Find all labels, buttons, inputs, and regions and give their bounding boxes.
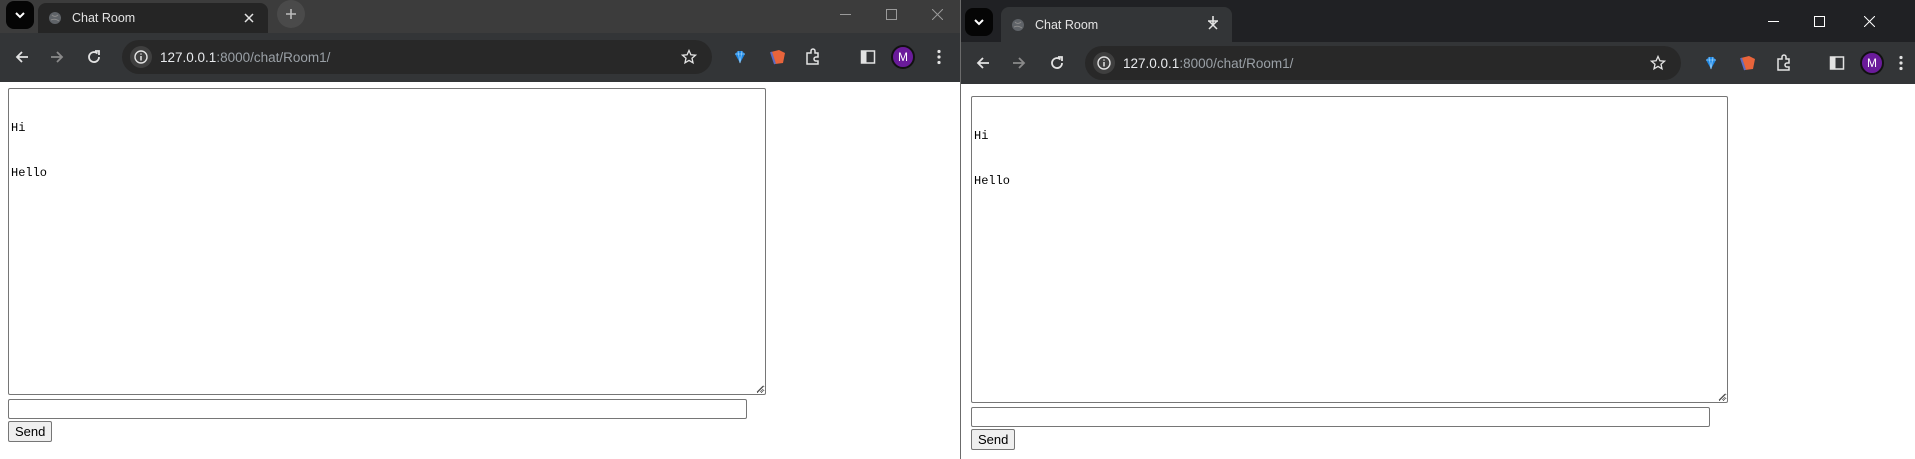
address-bar[interactable]: 127.0.0.1:8000/chat/Room1/ [1085,46,1681,80]
new-tab-button[interactable] [277,0,305,28]
minimize-button[interactable] [822,0,868,28]
forward-button[interactable] [41,41,73,73]
back-button[interactable] [967,47,999,79]
chat-message: Hello [974,174,1011,188]
resize-grip-icon[interactable] [756,385,764,393]
url-text: 127.0.0.1:8000/chat/Room1/ [1123,56,1645,71]
back-button[interactable] [6,41,38,73]
url-host: 127.0.0.1 [1123,55,1180,71]
chat-log-textarea[interactable]: Hi Hello [971,96,1728,403]
globe-icon [1011,18,1025,32]
brave-extension-icon[interactable] [765,44,791,70]
plus-icon [1208,16,1218,26]
chat-log-textarea[interactable]: Hi Hello [8,88,766,395]
browser-window-right: Chat Room 127.0.0.1:8000/chat/Room1/ M H… [961,0,1915,459]
chat-message-input[interactable] [971,407,1710,427]
tab-search-button[interactable] [6,1,34,29]
profile-avatar[interactable]: M [891,45,915,69]
maximize-button[interactable] [1796,0,1842,42]
brave-extension-icon[interactable] [1735,50,1761,76]
bookmark-star-icon[interactable] [676,44,702,70]
side-panel-icon[interactable] [1824,50,1850,76]
bookmark-star-icon[interactable] [1645,50,1671,76]
arrow-right-icon [51,51,64,63]
arrow-left-icon [15,51,28,63]
url-text: 127.0.0.1:8000/chat/Room1/ [160,50,676,65]
reload-icon [1051,56,1063,69]
close-icon [1863,15,1875,27]
page-content: Hi Hello Send [0,82,960,459]
diamond-extension-icon[interactable] [727,44,753,70]
chat-message-input[interactable] [8,399,747,419]
tab-chat-room[interactable]: Chat Room [38,3,268,33]
toolbar: 127.0.0.1:8000/chat/Room1/ M [0,33,960,82]
profile-avatar[interactable]: M [1860,51,1884,75]
extensions-puzzle-icon[interactable] [800,44,826,70]
resize-grip-icon[interactable] [1718,393,1726,401]
title-bar: Chat Room [0,0,960,33]
chat-message: Hi [11,121,26,135]
maximize-icon [1813,15,1825,27]
title-bar: Chat Room [961,0,1915,42]
reload-button[interactable] [1041,47,1073,79]
minimize-icon [1767,20,1779,22]
minimize-button[interactable] [1750,0,1796,42]
diamond-extension-icon[interactable] [1698,50,1724,76]
minimize-icon [839,13,851,15]
close-window-button[interactable] [914,0,960,28]
url-host: 127.0.0.1 [160,49,217,65]
forward-button[interactable] [1003,47,1035,79]
tab-close-icon[interactable] [240,9,258,27]
arrow-left-icon [976,57,989,69]
url-path: :8000/chat/Room1/ [1179,55,1294,71]
url-path: :8000/chat/Room1/ [216,49,331,65]
side-panel-icon[interactable] [855,44,881,70]
site-info-icon[interactable] [130,46,152,68]
maximize-button[interactable] [868,0,914,28]
site-info-icon[interactable] [1093,52,1115,74]
extensions-puzzle-icon[interactable] [1771,50,1797,76]
close-icon [931,8,943,20]
maximize-icon [885,8,897,20]
send-button[interactable]: Send [971,429,1016,450]
new-tab-button[interactable] [1199,7,1227,35]
tab-search-button[interactable] [965,8,993,36]
more-menu-icon[interactable] [929,44,949,70]
tab-title: Chat Room [72,11,136,25]
tab-title: Chat Room [1035,17,1099,32]
page-content: Hi Hello Send [961,84,1915,459]
more-menu-icon[interactable] [1891,50,1911,76]
chevron-down-icon [15,12,25,19]
close-window-button[interactable] [1846,0,1892,42]
reload-icon [88,50,100,63]
reload-button[interactable] [78,41,110,73]
chat-message: Hello [11,166,48,180]
address-bar[interactable]: 127.0.0.1:8000/chat/Room1/ [122,40,712,74]
browser-window-left: Chat Room 127.0.0.1:8000/chat/Room1/ M H… [0,0,960,459]
chevron-down-icon [974,19,984,26]
chat-message: Hi [974,129,989,143]
toolbar: 127.0.0.1:8000/chat/Room1/ M [961,42,1915,84]
globe-icon [48,11,62,25]
arrow-right-icon [1013,57,1026,69]
tab-chat-room[interactable]: Chat Room [1001,7,1232,42]
plus-icon [286,9,296,19]
send-button[interactable]: Send [8,421,53,442]
